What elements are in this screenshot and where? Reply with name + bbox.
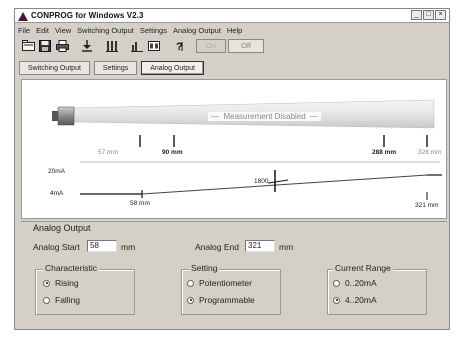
sensor-head [57,106,75,126]
analog-start-readout: 58 mm [130,200,150,207]
settings-icon[interactable] [146,39,162,53]
radio-dot[interactable] [187,296,194,304]
radio-rising[interactable]: Rising [43,278,79,288]
menu-file[interactable]: File [18,26,30,35]
analog-end-readout: 321 mm [415,202,439,209]
tab-bar: Switching Output Settings Analog Output [19,61,204,75]
radio-dot[interactable] [333,279,340,287]
minimize-button[interactable]: _ [411,10,422,20]
radio-0-20ma[interactable]: 0..20mA [333,278,377,288]
scale-max-label: 328 mm [418,149,442,156]
menu-settings[interactable]: Settings [140,26,167,35]
maximize-button[interactable]: □ [423,10,434,20]
open-icon[interactable] [20,39,36,53]
on-button[interactable]: On [196,38,226,53]
menu-bar: File Edit View Switching Output Settings… [15,24,449,36]
window-controls: _ □ × [411,10,446,20]
output-low-label: 4mA [50,190,64,197]
tab-analog-output[interactable]: Analog Output [141,61,204,75]
window-title: CONPROG for Windows V2.3 [31,11,144,20]
cursor-readout: 1800 [254,178,269,185]
help-icon[interactable]: ? [171,39,187,53]
download-icon[interactable] [79,39,95,53]
ramp-line [141,174,428,195]
analog-start-label: Analog Start [33,242,80,252]
print-icon[interactable] [54,39,70,53]
radio-dot[interactable] [187,279,194,287]
radio-dot[interactable] [43,296,50,304]
setting-frame [181,269,281,315]
toolbar: ? On Off [15,37,449,54]
save-icon[interactable] [37,39,53,53]
analog-end-input[interactable]: 321 [245,240,275,252]
menu-edit[interactable]: Edit [36,26,49,35]
output-high-label: 20mA [48,168,65,175]
tab-switching-output[interactable]: Switching Output [19,61,90,75]
scale-start-label: 90 mm [162,149,183,156]
analog-start-unit: mm [121,242,136,252]
current-range-title: Current Range [333,263,393,273]
menu-analog-output[interactable]: Analog Output [173,26,221,35]
app-logo-icon [18,11,28,21]
radio-programmable[interactable]: Programmable [187,295,255,305]
analog-end-unit: mm [279,242,294,252]
radio-potentiometer[interactable]: Potentiometer [187,278,252,288]
menu-help[interactable]: Help [227,26,242,35]
radio-4-20ma[interactable]: 4..20mA [333,295,377,305]
radio-dot[interactable] [43,279,50,287]
measurement-status: — Measurement Disabled — [208,112,322,121]
radio-dot[interactable] [333,296,340,304]
analog-chart-icon[interactable] [129,39,145,53]
sensor-graphic-panel: — Measurement Disabled — 57 mm 90 mm 288… [21,79,447,219]
app-window: CONPROG for Windows V2.3 _ □ × File Edit… [14,8,450,330]
tab-settings[interactable]: Settings [93,61,138,75]
setting-title: Setting [189,263,220,273]
menu-switching-output[interactable]: Switching Output [77,26,134,35]
characteristic-title: Characteristic [43,263,99,273]
switch-output-icon[interactable] [104,39,120,53]
title-bar[interactable]: CONPROG for Windows V2.3 _ □ × [15,9,449,23]
current-range-frame [327,269,427,315]
scale-min-label: 57 mm [98,149,118,156]
characteristic-frame [35,269,135,315]
close-button[interactable]: × [435,10,446,20]
menu-view[interactable]: View [55,26,71,35]
analog-start-input[interactable]: 58 [87,240,117,252]
scale-end-label: 288 mm [372,149,397,156]
off-button[interactable]: Off [228,38,264,53]
radio-falling[interactable]: Falling [43,295,80,305]
analog-end-label: Analog End [195,242,239,252]
analog-output-title: Analog Output [33,223,91,233]
